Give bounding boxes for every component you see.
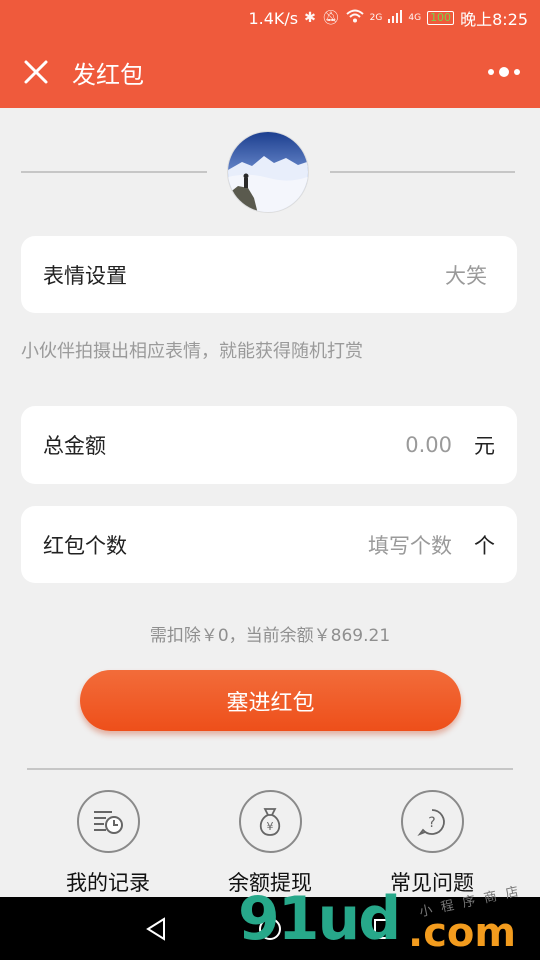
- packet-count-row: 红包个数 填写个数 个: [21, 506, 517, 583]
- signal-2g-icon: 2G: [369, 13, 383, 23]
- balance-info: 需扣除￥0，当前余额￥869.21: [149, 626, 391, 646]
- total-amount-row: 总金额 0.00 元: [21, 406, 517, 484]
- total-amount-input[interactable]: 0.00: [405, 433, 452, 457]
- signal-4g-icon: 4G: [408, 13, 422, 23]
- packet-count-input[interactable]: 填写个数: [368, 530, 452, 560]
- expression-label: 表情设置: [43, 263, 127, 288]
- network-speed: 1.4K/s: [248, 8, 299, 28]
- mute-icon: 🔕︎: [321, 10, 340, 26]
- bottom-divider: [27, 768, 513, 770]
- close-button[interactable]: [0, 36, 72, 108]
- svg-text:?: ?: [428, 815, 435, 831]
- more-dot-icon: [514, 69, 520, 75]
- close-icon: [24, 60, 48, 84]
- back-icon[interactable]: [145, 916, 167, 941]
- avatar[interactable]: [227, 131, 309, 213]
- faq-button[interactable]: ? 常见问题: [367, 790, 497, 897]
- withdraw-button[interactable]: ¥ 余额提现: [205, 790, 335, 897]
- records-icon: [76, 790, 140, 853]
- total-amount-label: 总金额: [43, 434, 106, 458]
- status-bar: 1.4K/s ✱ 🔕︎ 2G 4G 100 晚上8:25: [0, 0, 540, 36]
- divider-right: [330, 171, 515, 173]
- withdraw-label: 余额提现: [228, 871, 312, 895]
- expression-hint: 小伙伴拍摄出相应表情，就能获得随机打赏: [21, 341, 363, 362]
- faq-icon: ?: [400, 790, 464, 853]
- faq-label: 常见问题: [390, 871, 474, 895]
- recents-icon[interactable]: [373, 918, 395, 940]
- home-icon[interactable]: [258, 917, 282, 941]
- wifi-icon: [345, 9, 364, 27]
- title-bar: 发红包: [0, 36, 540, 108]
- packet-count-unit: 个: [474, 533, 495, 558]
- more-options-button[interactable]: [486, 58, 522, 86]
- page-title: 发红包: [72, 60, 144, 89]
- records-label: 我的记录: [66, 871, 150, 895]
- more-dot-icon: [488, 69, 494, 75]
- records-button[interactable]: 我的记录: [43, 790, 173, 897]
- packet-count-label: 红包个数: [43, 533, 127, 558]
- mountain-photo-image: [228, 132, 308, 212]
- money-bag-icon: ¥: [238, 790, 302, 853]
- expression-value: 大笑: [445, 263, 487, 288]
- status-time: 晚上8:25: [460, 10, 528, 29]
- submit-red-packet-button[interactable]: 塞进红包: [80, 670, 461, 731]
- more-dot-icon: [499, 67, 509, 77]
- signal-bars-icon: [388, 9, 403, 27]
- system-nav-bar: [0, 897, 540, 960]
- svg-text:¥: ¥: [267, 820, 274, 833]
- total-amount-unit: 元: [474, 434, 495, 458]
- divider-left: [21, 171, 207, 173]
- battery-icon: 100: [427, 11, 455, 25]
- bluetooth-icon: ✱: [304, 10, 316, 26]
- expression-setting-row[interactable]: 表情设置 大笑: [21, 236, 517, 313]
